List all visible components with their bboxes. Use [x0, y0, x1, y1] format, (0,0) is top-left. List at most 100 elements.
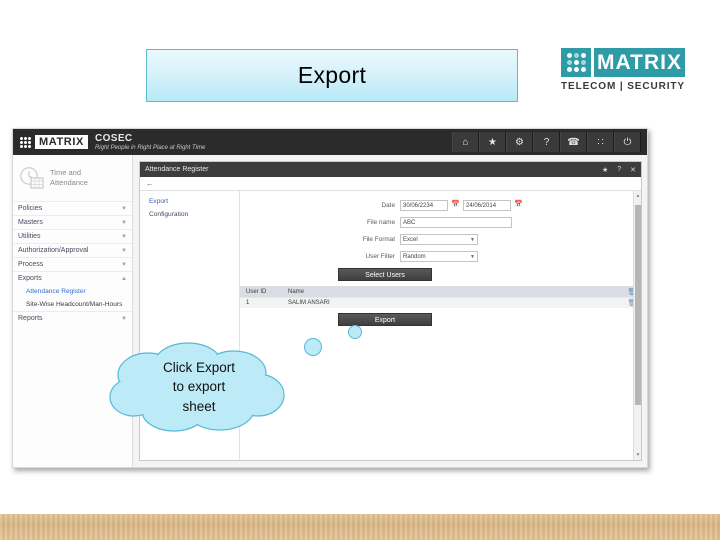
export-form: Date 30/06/2234 📅 24/06/2014 📅 File name [240, 191, 641, 460]
chevron-up-icon: ▲ [121, 275, 127, 282]
file-format-select[interactable]: Excel ▼ [400, 234, 478, 245]
user-filter-row: User Filter Random ▼ [240, 251, 641, 262]
sidebar-item-authorization-approval[interactable]: Authorization/Approval ▼ [13, 243, 132, 257]
page-title: Export [297, 62, 367, 88]
vertical-scrollbar[interactable]: ▲ ▼ [633, 191, 641, 460]
cell-user-id: 1 [246, 300, 250, 306]
app-logo-dots-icon [20, 136, 31, 148]
section-item-export[interactable]: Export [140, 195, 239, 208]
callout-bubble-small [348, 325, 362, 339]
brand-tagline: TELECOM | SECURITY [561, 81, 686, 92]
user-filter-select[interactable]: Random ▼ [400, 251, 478, 262]
sidebar-item-policies[interactable]: Policies ▼ [13, 201, 132, 215]
sidebar-item-label: Utilities [18, 233, 41, 240]
back-arrow-icon[interactable]: ← [146, 179, 154, 188]
module-title-line2: Attendance [50, 178, 88, 187]
user-filter-value: Random [403, 253, 426, 260]
callout-bubble-large [304, 338, 322, 356]
chevron-down-icon: ▼ [121, 233, 127, 240]
chevron-down-icon: ▼ [470, 236, 475, 243]
selected-users-table: User ID Name 🗑 1 SALIM ANSARI 🗑 [240, 286, 641, 308]
column-header-name: Name [288, 288, 305, 295]
section-item-label: Configuration [149, 211, 189, 218]
sidebar-subitem-site-wise-headcount[interactable]: Site-Wise Headcount/Man-Hours [13, 298, 132, 311]
sidebar-item-exports[interactable]: Exports ▲ [13, 271, 132, 285]
favorite-star-icon[interactable]: ★ [602, 166, 608, 174]
calendar-icon[interactable]: 📅 [514, 201, 523, 210]
clock-calendar-icon [20, 167, 44, 189]
sidebar-item-label: Reports [18, 315, 43, 322]
select-users-button[interactable]: Select Users [338, 268, 432, 281]
date-label: Date [381, 202, 396, 209]
chevron-down-icon: ▼ [121, 205, 127, 212]
home-icon[interactable]: ⌂ [452, 132, 479, 152]
file-format-value: Excel [403, 236, 418, 243]
file-format-label: File Format [362, 236, 395, 243]
date-from-input[interactable]: 30/06/2234 [400, 200, 448, 211]
sidebar-item-label: Process [18, 261, 44, 268]
chevron-down-icon: ▼ [121, 315, 127, 322]
sidebar-subitem-attendance-register[interactable]: Attendance Register [13, 285, 132, 298]
matrix-brand-logo: MATRIX TELECOM | SECURITY [561, 48, 685, 94]
sidebar-module-title: Time and Attendance [50, 168, 88, 188]
cell-name: SALIM ANSARI [288, 300, 330, 306]
help-icon[interactable]: ? [617, 166, 621, 174]
matrix-dot-grid-icon [561, 48, 591, 77]
product-name: COSEC [94, 132, 133, 144]
table-row[interactable]: 1 SALIM ANSARI 🗑 [240, 297, 641, 308]
callout-line-3: sheet [182, 398, 216, 414]
brand-name: MATRIX [594, 48, 685, 77]
callout-cloud: Click Export to export sheet [108, 341, 290, 433]
help-icon[interactable]: ? [533, 132, 560, 152]
chevron-down-icon: ▼ [121, 219, 127, 226]
column-header-user-id: User ID [246, 288, 267, 295]
callout-text: Click Export to export sheet [108, 341, 290, 433]
slide-footer-strip [0, 514, 720, 540]
file-name-input[interactable]: ABC [400, 217, 512, 228]
star-icon[interactable]: ★ [479, 132, 506, 152]
section-item-label: Export [149, 198, 169, 205]
scroll-down-arrow-icon[interactable]: ▼ [635, 452, 641, 458]
scroll-up-arrow-icon[interactable]: ▲ [635, 193, 641, 199]
topbar-icon-bar: ⌂ ★ ⚙ ? ☎ ∷ ⏻ [452, 132, 641, 152]
slide-title-box: Export [146, 49, 518, 102]
chevron-down-icon: ▼ [470, 253, 475, 260]
sidebar-subitem-label: Site-Wise Headcount/Man-Hours [26, 301, 123, 308]
file-name-row: File name ABC [240, 217, 641, 228]
module-title-line1: Time and [50, 167, 81, 177]
window-title-icons: ★ ? ✕ [602, 166, 636, 174]
sidebar-item-process[interactable]: Process ▼ [13, 257, 132, 271]
window-title: Attendance Register [145, 166, 209, 173]
sidebar-item-label: Masters [18, 219, 43, 226]
scrollbar-thumb[interactable] [635, 205, 641, 405]
chevron-down-icon: ▼ [121, 261, 127, 268]
table-header-row: User ID Name 🗑 [240, 286, 641, 297]
sidebar-item-reports[interactable]: Reports ▼ [13, 311, 132, 325]
window-toolbar: ← [140, 177, 641, 191]
export-button[interactable]: Export [338, 313, 432, 326]
product-tagline: Right People in Right Place at Right Tim… [94, 144, 206, 151]
sidebar-item-label: Policies [18, 205, 43, 212]
sidebar-item-label: Authorization/Approval [18, 247, 89, 254]
close-icon[interactable]: ✕ [630, 166, 636, 174]
section-item-configuration[interactable]: Configuration [140, 208, 239, 221]
sidebar-item-label: Exports [18, 275, 42, 282]
sidebar-item-masters[interactable]: Masters ▼ [13, 215, 132, 229]
chevron-down-icon: ▼ [121, 247, 127, 254]
gear-icon[interactable]: ⚙ [506, 132, 533, 152]
date-field-row: Date 30/06/2234 📅 24/06/2014 📅 [240, 200, 641, 211]
product-block: COSEC Right People in Right Place at Rig… [94, 132, 206, 151]
callout-line-2: to export [172, 379, 226, 395]
file-format-row: File Format Excel ▼ [240, 234, 641, 245]
sidebar-subitem-label: Attendance Register [26, 288, 86, 295]
power-icon[interactable]: ⏻ [614, 132, 641, 152]
sidebar-item-utilities[interactable]: Utilities ▼ [13, 229, 132, 243]
apps-grid-icon[interactable]: ∷ [587, 132, 614, 152]
calendar-icon[interactable]: 📅 [451, 201, 460, 210]
app-logo-text: MATRIX [35, 135, 88, 149]
user-filter-label: User Filter [365, 253, 395, 260]
date-to-input[interactable]: 24/06/2014 [463, 200, 511, 211]
phone-icon[interactable]: ☎ [560, 132, 587, 152]
callout-line-1: Click Export [162, 360, 235, 376]
window-titlebar: Attendance Register ★ ? ✕ [140, 162, 641, 177]
